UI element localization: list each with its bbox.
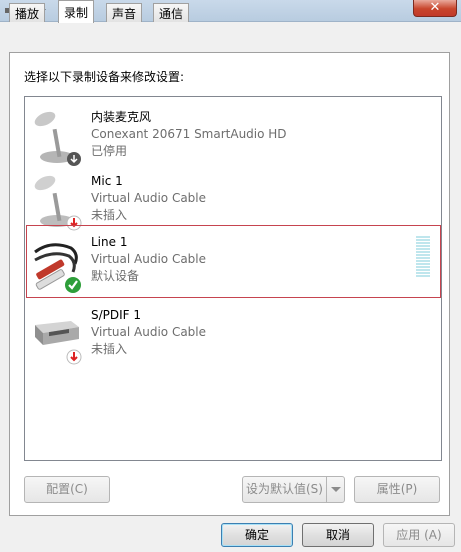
device-name: Mic 1	[91, 174, 123, 188]
device-status: 未插入	[91, 342, 128, 356]
configure-button[interactable]: 配置(C)	[24, 476, 110, 503]
device-item-selected[interactable]: Line 1 Virtual Audio Cable 默认设备	[26, 225, 441, 298]
cancel-button[interactable]: 取消	[302, 523, 374, 547]
device-status: 默认设备	[91, 269, 140, 283]
close-button[interactable]: ✕	[413, 0, 457, 17]
spdif-box-icon	[35, 321, 82, 365]
level-meter	[416, 236, 430, 278]
microphone-icon	[34, 175, 82, 231]
device-status: 已停用	[91, 144, 128, 158]
device-status: 未插入	[91, 208, 128, 222]
properties-button[interactable]: 属性(P)	[354, 476, 440, 503]
device-driver: Conexant 20671 SmartAudio HD	[91, 127, 287, 141]
tab-communications[interactable]: 通信	[153, 3, 190, 22]
device-item[interactable]: S/PDIF 1 Virtual Audio Cable 未插入	[27, 299, 441, 371]
rca-cable-icon	[34, 243, 81, 293]
instruction-text: 选择以下录制设备来修改设置:	[24, 70, 185, 84]
device-item[interactable]: 内装麦克风 Conexant 20671 SmartAudio HD 已停用	[27, 101, 441, 173]
device-name: S/PDIF 1	[91, 308, 142, 322]
device-driver: Virtual Audio Cable	[91, 252, 207, 266]
device-name: Line 1	[91, 235, 128, 249]
device-driver: Virtual Audio Cable	[91, 191, 207, 205]
device-name: 内装麦克风	[91, 110, 152, 124]
tab-sounds[interactable]: 声音	[106, 3, 143, 22]
set-default-button[interactable]: 设为默认值(S)	[242, 476, 345, 503]
device-list[interactable]: 内装麦克风 Conexant 20671 SmartAudio HD 已停用 M…	[24, 96, 442, 461]
microphone-icon	[34, 111, 81, 166]
device-driver: Virtual Audio Cable	[91, 325, 207, 339]
apply-button[interactable]: 应用 (A)	[383, 523, 455, 547]
set-default-label: 设为默认值(S)	[246, 482, 323, 496]
tab-playback[interactable]: 播放	[9, 3, 46, 22]
chevron-down-icon[interactable]	[326, 477, 344, 502]
ok-button[interactable]: 确定	[221, 523, 293, 547]
tab-recording[interactable]: 录制	[58, 0, 95, 23]
